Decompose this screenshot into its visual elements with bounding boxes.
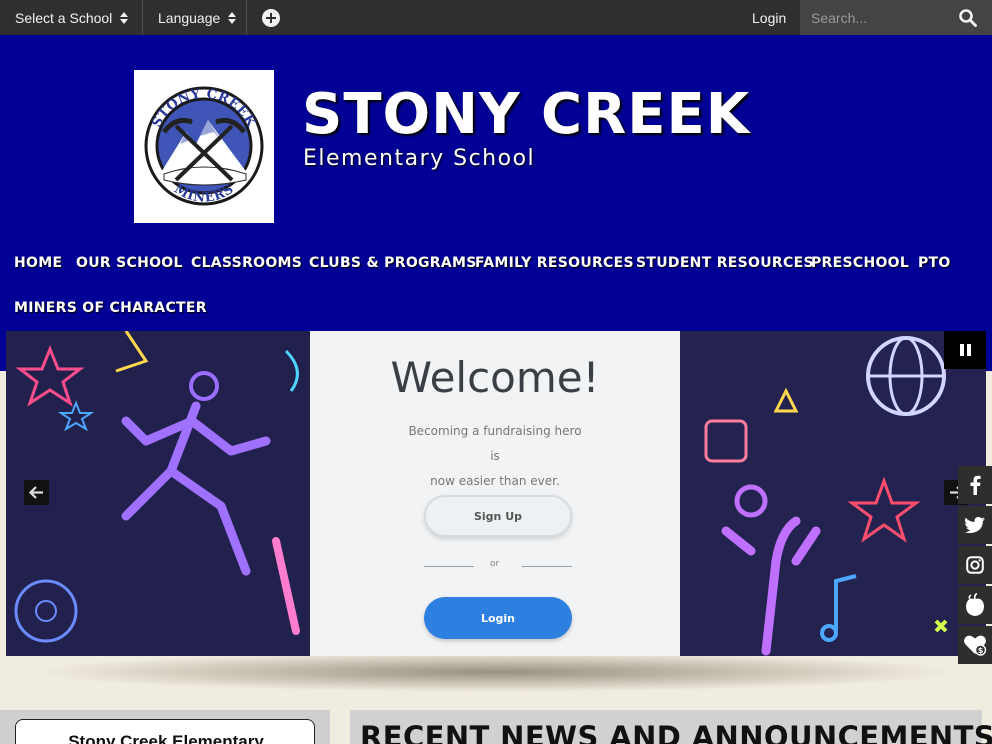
donate-link[interactable]: $ bbox=[958, 626, 992, 664]
facebook-link[interactable] bbox=[958, 466, 992, 504]
pause-button[interactable] bbox=[944, 331, 986, 369]
peachjar-icon bbox=[966, 593, 984, 616]
sort-arrows-icon bbox=[120, 11, 129, 24]
search-input[interactable] bbox=[800, 0, 950, 35]
site-title[interactable]: STONY CREEK bbox=[302, 82, 750, 147]
peachjar-link[interactable] bbox=[958, 586, 992, 624]
divider-line bbox=[424, 566, 474, 567]
pause-icon bbox=[959, 344, 964, 356]
language-dropdown[interactable]: Language bbox=[158, 0, 237, 35]
news-heading: RECENT NEWS AND ANNOUNCEMENTS bbox=[360, 720, 992, 744]
divider-line bbox=[522, 566, 572, 567]
nav-family-resources[interactable]: FAMILY RESOURCES bbox=[475, 255, 634, 271]
welcome-line-2: now easier than ever. bbox=[430, 474, 560, 488]
language-label: Language bbox=[158, 9, 221, 26]
search-icon[interactable] bbox=[958, 8, 978, 28]
top-utility-bar: Select a School Language Login bbox=[0, 0, 992, 35]
nav-clubs-programs[interactable]: CLUBS & PROGRAMS bbox=[309, 255, 477, 271]
or-label: or bbox=[490, 559, 500, 569]
nav-student-resources[interactable]: STUDENT RESOURCES bbox=[636, 255, 814, 271]
login-label: Login bbox=[752, 9, 787, 26]
hero-carousel[interactable]: Welcome! Becoming a fundraising hero is … bbox=[6, 331, 986, 656]
carousel-prev-button[interactable] bbox=[24, 480, 49, 505]
twitter-icon bbox=[965, 517, 985, 533]
instagram-link[interactable] bbox=[958, 546, 992, 584]
instagram-icon bbox=[966, 556, 984, 574]
school-info-card: Stony Creek Elementary bbox=[15, 719, 315, 744]
plus-circle-icon bbox=[262, 8, 280, 27]
nav-miners-of-character[interactable]: MINERS OF CHARACTER bbox=[14, 300, 207, 316]
nav-pto[interactable]: PTO bbox=[918, 255, 951, 271]
nav-preschool[interactable]: PRESCHOOL bbox=[811, 255, 909, 271]
twitter-link[interactable] bbox=[958, 506, 992, 544]
slide-login-button[interactable]: Login bbox=[424, 597, 572, 639]
nav-our-school[interactable]: OUR SCHOOL bbox=[76, 255, 183, 271]
site-subtitle: Elementary School bbox=[303, 146, 536, 171]
slider-shadow bbox=[30, 652, 960, 692]
school-logo[interactable]: STONY CREEK MINERS bbox=[134, 70, 274, 223]
sign-up-button[interactable]: Sign Up bbox=[424, 495, 572, 537]
login-link[interactable]: Login bbox=[752, 0, 786, 35]
miners-logo-graphic: STONY CREEK MINERS bbox=[142, 84, 266, 208]
pause-icon bbox=[966, 344, 971, 356]
select-school-label: Select a School bbox=[15, 9, 113, 26]
divider bbox=[142, 0, 143, 35]
add-button[interactable] bbox=[262, 0, 280, 35]
svg-text:$: $ bbox=[978, 646, 984, 655]
nav-home[interactable]: HOME bbox=[14, 255, 62, 271]
donate-icon: $ bbox=[964, 635, 987, 656]
sort-arrows-icon bbox=[228, 11, 237, 24]
news-panel: RECENT NEWS AND ANNOUNCEMENTS bbox=[350, 710, 992, 744]
divider bbox=[246, 0, 247, 35]
nav-classrooms[interactable]: CLASSROOMS bbox=[191, 255, 302, 271]
facebook-icon bbox=[970, 475, 981, 495]
arrow-left-icon bbox=[28, 486, 43, 499]
welcome-heading: Welcome! bbox=[390, 353, 600, 402]
select-school-dropdown[interactable]: Select a School bbox=[15, 0, 129, 35]
school-card-title: Stony Creek Elementary bbox=[68, 732, 264, 744]
welcome-line-1: Becoming a fundraising hero is bbox=[408, 424, 582, 463]
welcome-description: Becoming a fundraising hero is now easie… bbox=[405, 419, 585, 494]
welcome-panel: Welcome! Becoming a fundraising hero is … bbox=[310, 331, 680, 656]
